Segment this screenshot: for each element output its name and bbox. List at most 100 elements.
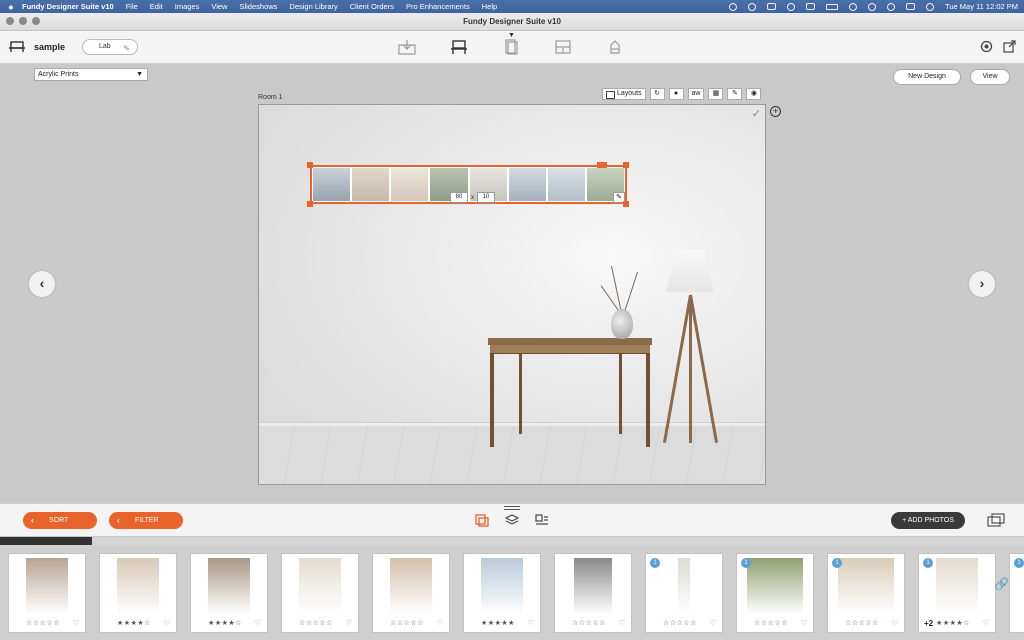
add-photos-button[interactable]: + ADD PHOTOS [891, 512, 965, 529]
star-rating[interactable]: ☆☆☆☆☆ [379, 619, 435, 627]
layout-mode-icon[interactable] [554, 39, 572, 55]
favorite-heart-icon[interactable]: ♡ [346, 619, 352, 627]
panel-resize-grip-icon[interactable] [504, 506, 520, 510]
sort-button[interactable]: ‹ SORT [23, 512, 97, 529]
edit-pencil-icon[interactable]: ✎ [727, 88, 743, 100]
product-type-select[interactable]: Acrylic Prints ▼ [34, 68, 148, 81]
favorite-heart-icon[interactable]: ♡ [801, 619, 807, 627]
favorite-heart-icon[interactable]: ♡ [983, 619, 989, 627]
photo-thumbnail[interactable]: 1 ☆☆☆☆☆ ♡ [827, 553, 905, 633]
star-rating[interactable]: ★★★★☆ [197, 619, 253, 627]
add-product-icon[interactable]: + [770, 106, 781, 117]
print-height-input[interactable]: 10 [477, 192, 495, 203]
resize-handle[interactable] [597, 162, 607, 168]
star-rating[interactable]: ★★★★☆ [106, 619, 162, 627]
menu-view[interactable]: View [211, 2, 227, 11]
favorite-heart-icon[interactable]: ♡ [892, 619, 898, 627]
photo-thumbnail[interactable]: ★★★★☆ ♡ [190, 553, 268, 633]
resize-handle[interactable] [307, 162, 313, 168]
spotlight-search-icon[interactable] [887, 2, 896, 11]
next-room-button[interactable]: › [969, 271, 995, 297]
preview-eye-icon[interactable]: ◉ [746, 88, 762, 100]
favorite-heart-icon[interactable]: ♡ [73, 619, 79, 627]
menu-client-orders[interactable]: Client Orders [350, 2, 394, 11]
print-width-input[interactable]: 80 [450, 192, 468, 203]
album-mode-icon[interactable] [502, 39, 520, 55]
star-rating[interactable]: ★★★★★ [470, 619, 526, 627]
creative-cloud-icon[interactable] [729, 2, 738, 11]
user-status-icon[interactable] [787, 2, 796, 11]
photo-thumbnail[interactable]: 1 ☆☆☆☆☆ ♡ [645, 553, 723, 633]
favorite-heart-icon[interactable]: ♡ [710, 619, 716, 627]
photo-thumbnail[interactable]: ☆☆☆☆☆ ♡ [281, 553, 359, 633]
photo-thumbnail[interactable]: ☆☆☆☆☆ ♡ [8, 553, 86, 633]
people-tag-icon[interactable] [535, 514, 549, 527]
star-rating[interactable]: ☆☆☆☆☆ [834, 619, 890, 627]
filter-button[interactable]: ‹ FILTER [109, 512, 183, 529]
panel-photo[interactable] [352, 168, 390, 201]
menu-edit[interactable]: Edit [150, 2, 163, 11]
panel-photo[interactable] [508, 168, 546, 201]
aw-button[interactable]: aw [687, 88, 705, 100]
wall-art-home-icon[interactable] [9, 39, 25, 53]
filmstrip-scroll-thumb[interactable] [0, 537, 93, 545]
checkmark-icon[interactable]: ✓ [752, 107, 761, 120]
rotate-icon[interactable]: ↻ [649, 88, 665, 100]
star-rating[interactable]: ☆☆☆☆☆ [652, 619, 708, 627]
output-mode-icon[interactable] [606, 39, 624, 55]
favorite-heart-icon[interactable]: ♡ [164, 619, 170, 627]
resize-handle[interactable] [623, 201, 629, 207]
apple-menu-icon[interactable]: ● [0, 2, 22, 12]
battery-icon[interactable] [826, 3, 839, 10]
menu-design-library[interactable]: Design Library [289, 2, 337, 11]
panel-photo[interactable] [313, 168, 351, 201]
photos-grid-icon[interactable] [475, 514, 489, 527]
export-photos-icon[interactable] [987, 513, 1005, 527]
photo-thumbnail[interactable]: ☆☆☆☆☆ ♡ [554, 553, 632, 633]
view-button[interactable]: View [970, 69, 1010, 85]
favorite-heart-icon[interactable]: ♡ [619, 619, 625, 627]
calculator-icon[interactable]: ▦ [708, 88, 724, 100]
photo-thumbnail[interactable]: ★★★★☆ ♡ [99, 553, 177, 633]
menu-pro-enhancements[interactable]: Pro Enhancements [406, 2, 470, 11]
resize-handle[interactable] [307, 201, 313, 207]
star-rating[interactable]: ☆☆☆☆☆ [743, 619, 799, 627]
menubar-clock[interactable]: Tue May 11 12:02 PM [945, 2, 1018, 11]
star-rating[interactable]: ★★★★☆ [925, 619, 981, 627]
import-mode-icon[interactable] [398, 39, 416, 55]
layers-icon[interactable] [505, 514, 519, 527]
open-external-icon[interactable] [1003, 40, 1016, 53]
layouts-button[interactable]: Layouts [602, 88, 646, 100]
siri-icon[interactable] [926, 2, 935, 11]
star-rating[interactable]: ☆☆☆☆☆ [561, 619, 617, 627]
time-machine-icon[interactable] [868, 2, 877, 11]
favorite-heart-icon[interactable]: ♡ [437, 619, 443, 627]
star-rating[interactable]: ☆☆☆☆☆ [15, 619, 71, 627]
resize-handle[interactable] [623, 162, 629, 168]
photo-thumbnail[interactable]: ☆☆☆☆☆ ♡ [372, 553, 450, 633]
settings-gear-icon[interactable] [980, 40, 993, 53]
new-design-button[interactable]: New Design [893, 69, 961, 85]
photo-thumbnail[interactable]: 1 ☆☆☆☆☆ ♡ [736, 553, 814, 633]
wall-art-mode-icon[interactable] [450, 39, 468, 55]
menu-images[interactable]: Images [175, 2, 200, 11]
previous-room-button[interactable]: ‹ [29, 271, 55, 297]
favorite-heart-icon[interactable]: ♡ [528, 619, 534, 627]
panel-photo[interactable] [547, 168, 585, 201]
room-scene[interactable]: ✓ 80 x 10 ✎ [258, 104, 766, 485]
favorite-heart-icon[interactable]: ♡ [255, 619, 261, 627]
photo-thumbnail[interactable]: ★★★★★ ♡ [463, 553, 541, 633]
star-rating[interactable]: ☆☆☆☆☆ [288, 619, 344, 627]
window-status-icon[interactable] [767, 3, 777, 10]
photo-thumbnail[interactable]: 1 [1009, 553, 1024, 633]
filmstrip-scroll-track[interactable] [0, 537, 1024, 545]
pin-icon[interactable]: ● [668, 88, 684, 100]
menu-app-name[interactable]: Fundy Designer Suite v10 [22, 2, 114, 11]
panel-photo[interactable] [391, 168, 429, 201]
menu-slideshows[interactable]: Slideshows [239, 2, 277, 11]
control-center-icon[interactable] [906, 3, 916, 10]
lab-button[interactable]: Lab ✎ [82, 39, 138, 55]
menu-help[interactable]: Help [482, 2, 497, 11]
menu-file[interactable]: File [126, 2, 138, 11]
link-chain-icon[interactable]: 🔗 [994, 577, 1009, 591]
